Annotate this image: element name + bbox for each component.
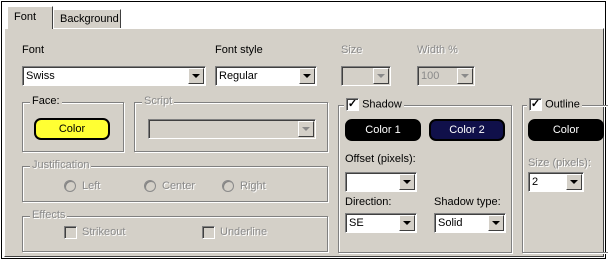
underline-label: Underline — [220, 226, 268, 238]
direction-select[interactable]: SE — [345, 213, 417, 233]
shadow-type-label: Shadow type: — [434, 196, 501, 208]
shadow-color1-button[interactable]: Color 1 — [345, 119, 421, 141]
shadow-color2-label: Color 2 — [449, 124, 485, 136]
font-style-select[interactable]: Regular — [215, 66, 317, 86]
chevron-down-icon[interactable] — [488, 215, 504, 231]
outline-size-value: 2 — [532, 176, 539, 188]
underline-checkbox — [202, 226, 215, 239]
outline-checkbox[interactable]: ✓ — [529, 98, 542, 111]
chevron-down-icon[interactable] — [188, 68, 204, 84]
width-select: 100 — [417, 66, 475, 86]
chevron-down-icon[interactable] — [566, 174, 582, 190]
outline-color-label: Color — [552, 124, 580, 136]
outline-size-label: Size (pixels): — [528, 157, 591, 169]
offset-select[interactable] — [345, 172, 417, 192]
face-color-label: Color — [58, 123, 86, 135]
shadow-type-select[interactable]: Solid — [434, 213, 506, 233]
shadow-color1-label: Color 1 — [365, 124, 401, 136]
strikeout-checkbox — [64, 226, 77, 239]
width-label: Width % — [417, 44, 458, 56]
tab-font[interactable]: Font — [7, 6, 53, 29]
radio-left-label: Left — [82, 180, 101, 192]
font-select[interactable]: Swiss — [22, 66, 206, 86]
chevron-down-icon[interactable] — [299, 68, 315, 84]
offset-label: Offset (pixels): — [345, 153, 416, 165]
font-style-label: Font style — [215, 44, 263, 56]
radio-left — [64, 180, 76, 192]
chevron-down-icon — [298, 121, 314, 137]
effects-legend: Effects — [30, 209, 68, 221]
tab-font-label: Font — [14, 11, 37, 23]
radio-center-label: Center — [162, 180, 196, 192]
outline-legend: ✓ Outline — [527, 98, 582, 111]
outline-color-button[interactable]: Color — [528, 119, 604, 141]
justification-legend: Justification — [30, 159, 92, 171]
direction-label: Direction: — [345, 196, 392, 208]
script-select — [148, 119, 316, 139]
chevron-down-icon[interactable] — [399, 174, 415, 190]
tab-background-label: Background — [60, 13, 119, 25]
strikeout-label: Strikeout — [82, 226, 126, 238]
shadow-type-value: Solid — [438, 217, 463, 229]
radio-right — [222, 180, 234, 192]
direction-value: SE — [349, 217, 364, 229]
font-select-value: Swiss — [26, 70, 55, 82]
radio-right-label: Right — [240, 180, 266, 192]
radio-center — [144, 180, 156, 192]
outline-label[interactable]: Outline — [545, 98, 580, 110]
chevron-down-icon[interactable] — [399, 215, 415, 231]
width-value: 100 — [421, 70, 440, 82]
size-label: Size — [341, 44, 363, 56]
chevron-down-icon — [373, 68, 389, 84]
face-legend: Face: — [30, 95, 62, 107]
shadow-legend: ✓ Shadow — [344, 98, 404, 111]
shadow-label[interactable]: Shadow — [362, 98, 402, 110]
font-label: Font — [22, 44, 45, 56]
shadow-color2-button[interactable]: Color 2 — [429, 119, 505, 141]
font-style-value: Regular — [219, 70, 258, 82]
outline-size-select[interactable]: 2 — [528, 172, 584, 192]
size-select — [341, 66, 391, 86]
script-legend: Script — [142, 95, 175, 107]
tab-background[interactable]: Background — [53, 9, 121, 29]
face-color-button[interactable]: Color — [34, 118, 110, 140]
shadow-checkbox[interactable]: ✓ — [346, 98, 359, 111]
chevron-down-icon — [457, 68, 473, 84]
